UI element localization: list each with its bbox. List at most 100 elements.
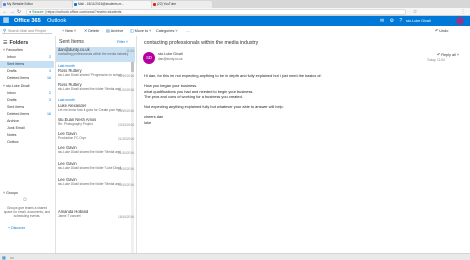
user-name[interactable]: stu.Luke Dixall <box>406 16 431 26</box>
bell-icon[interactable]: ✉ <box>380 18 386 24</box>
hamburger-icon[interactable]: ☰ <box>3 40 7 46</box>
search-icon: ⚲ <box>3 28 7 33</box>
list-item[interactable]: Lee Gavin stu.Luke Dixall shared the fol… <box>56 178 135 192</box>
folder-junk-email[interactable]: Junk Email <box>0 125 54 132</box>
folder-label: Outbox <box>7 140 19 144</box>
recipient-address[interactable]: dan@dunty.co.uk <box>158 57 183 61</box>
list-item[interactable]: Lee Gavin stu.Luke Dixall shared the fol… <box>56 162 135 176</box>
archive-icon: ▤ <box>106 29 110 33</box>
list-item[interactable]: stu.Euan Nesh Amos Re: Photography Proje… <box>56 118 135 130</box>
filter-label: Filter <box>117 40 125 44</box>
folder-icon: ◫ <box>130 29 134 33</box>
discover-label: Discover <box>11 226 26 230</box>
message-date: 21/10/2016 <box>118 137 134 141</box>
message-date: 23/10/2016 <box>118 123 134 127</box>
message-date: Today, 11:54 <box>427 58 445 62</box>
categories-button[interactable]: Categories ˅ <box>156 26 178 36</box>
fav-item-inbox[interactable]: Inbox 2 <box>0 54 54 61</box>
groups-description: Groups give teams a shared space for ema… <box>3 206 51 218</box>
message-date: 20/10/2016 <box>118 167 134 171</box>
message-date: 31/10/2016 <box>118 88 134 92</box>
unread-count: 16 <box>47 76 51 80</box>
message-date: 19/10/2016 <box>118 183 134 187</box>
folder-label: Drafts <box>7 69 17 73</box>
folders-heading[interactable]: ☰ Folders <box>3 40 28 46</box>
list-item[interactable]: Lee Gavin stu.Luke Dixall shared the fol… <box>56 146 135 160</box>
folder-sent-items[interactable]: Sent Items <box>0 104 54 111</box>
categories-label: Categories <box>156 29 175 33</box>
fav-item-sent-items[interactable]: Sent Items <box>0 61 54 68</box>
list-item[interactable]: Lee Gavin Production FC Oryx 21/10/2016 <box>56 132 135 144</box>
filter-button[interactable]: Filter ˅ <box>117 40 128 44</box>
reply-all-button[interactable]: ↶ Reply all ˅ <box>437 52 459 57</box>
task-view-icon[interactable]: ▭ <box>10 255 14 260</box>
windows-start-icon[interactable]: ▦ <box>2 255 6 260</box>
more-icon[interactable]: … <box>186 26 190 36</box>
archive-label: Archive <box>110 29 124 33</box>
browser-tab-website-editor[interactable]: My Website Editor <box>2 1 72 8</box>
list-item[interactable]: Amanda Holland Jamie T concert 18/10/201… <box>56 210 135 222</box>
avatar[interactable] <box>456 17 464 25</box>
secure-label: Secure <box>32 10 44 14</box>
account-label: stu.Luke Dixall <box>6 84 30 88</box>
archive-button[interactable]: ▤Archive <box>106 26 123 36</box>
back-icon[interactable]: ← <box>2 9 8 15</box>
body-line: luke <box>144 119 152 125</box>
brand-label[interactable]: Office 365 <box>14 16 41 26</box>
gear-icon[interactable]: ⚙ <box>390 18 396 24</box>
folder-inbox[interactable]: Inbox 2 <box>0 90 54 97</box>
discover-link[interactable]: + Discover <box>8 226 25 230</box>
youtube-favicon-icon <box>153 3 156 6</box>
folder-outbox[interactable]: Outbox <box>0 139 54 146</box>
folder-label: Archive <box>7 119 19 123</box>
tab-label: My Website Editor <box>7 2 33 6</box>
folder-archive[interactable]: Archive <box>0 118 54 125</box>
fav-item-deleted-items[interactable]: Deleted Items 16 <box>0 75 54 82</box>
message-date: 24/10/2016 <box>118 109 134 113</box>
browser-menu-icon[interactable]: ⋮ <box>460 9 466 15</box>
reply-all-label: Reply all <box>441 53 456 57</box>
folder-deleted-items[interactable]: Deleted Items 16 <box>0 111 54 118</box>
message-date: 21/10/2016 <box>118 151 134 155</box>
app-launcher-icon[interactable]: ▦ <box>2 17 10 25</box>
reload-icon[interactable]: ↻ <box>16 9 22 15</box>
search-placeholder: Search Mail and People <box>8 29 47 33</box>
search-input[interactable]: ⚲ Search Mail and People <box>2 28 52 34</box>
star-icon[interactable]: ☆ <box>412 9 418 15</box>
forward-icon[interactable]: → <box>9 9 15 15</box>
groups-label: Groups <box>6 191 18 195</box>
sender-avatar[interactable]: SD <box>143 52 155 64</box>
sender-name[interactable]: stu.Luke Dixall <box>158 52 183 56</box>
list-item[interactable]: Luke Alexander Let me know how it goes f… <box>56 104 135 116</box>
folder-drafts[interactable]: Drafts 3 <box>0 97 54 104</box>
groups-header[interactable]: ˅ Groups <box>0 190 54 197</box>
website-favicon-icon <box>3 3 6 6</box>
command-bar: +New ˅ ✕Delete ▤Archive ◫Move to ˅ Categ… <box>60 26 470 36</box>
reply-all-icon: ↶ <box>437 53 441 57</box>
browser-tab-youtube[interactable]: (22) YouTube <box>152 1 212 8</box>
list-item[interactable]: Ross Ruttery stu.Luke Dixall shared "Pro… <box>56 69 135 81</box>
url-field[interactable]: ● Secure | https://outlook.office.com/ow… <box>26 9 406 15</box>
tab-label: (22) YouTube <box>157 2 177 6</box>
folder-label: Inbox <box>7 55 16 59</box>
help-icon[interactable]: ? <box>399 18 404 24</box>
list-item[interactable]: dan@dunty.co.uk contacting professionals… <box>56 47 135 62</box>
undo-button[interactable]: ↶ Undo <box>435 26 448 36</box>
unread-count: 3 <box>49 69 51 73</box>
message-body: Hi dan, for this im not expecting anythi… <box>144 73 464 125</box>
delete-button[interactable]: ✕Delete <box>84 26 99 36</box>
list-item[interactable]: Ross Ruttery stu.Luke Dixall shared the … <box>56 83 135 97</box>
new-button[interactable]: +New ˅ <box>62 26 76 36</box>
message-subject-heading: contacting professionals within the medi… <box>144 40 259 46</box>
folder-label: Notes <box>7 133 17 137</box>
folder-label: Deleted Items <box>7 76 30 80</box>
lock-icon: ● <box>29 10 32 14</box>
folder-notes[interactable]: Notes <box>0 132 54 139</box>
move-to-button[interactable]: ◫Move to ˅ <box>130 26 151 36</box>
favourites-label: Favourites <box>6 48 23 52</box>
account-header[interactable]: ˅ stu.Luke Dixall <box>0 83 54 90</box>
browser-tab-mail[interactable]: Mail - 18/11/2016@students.m... <box>73 1 151 8</box>
favourites-header[interactable]: ˅ Favourites <box>0 47 54 54</box>
message-subject: contacting professionals within the medi… <box>58 52 129 57</box>
fav-item-drafts[interactable]: Drafts 3 <box>0 68 54 75</box>
